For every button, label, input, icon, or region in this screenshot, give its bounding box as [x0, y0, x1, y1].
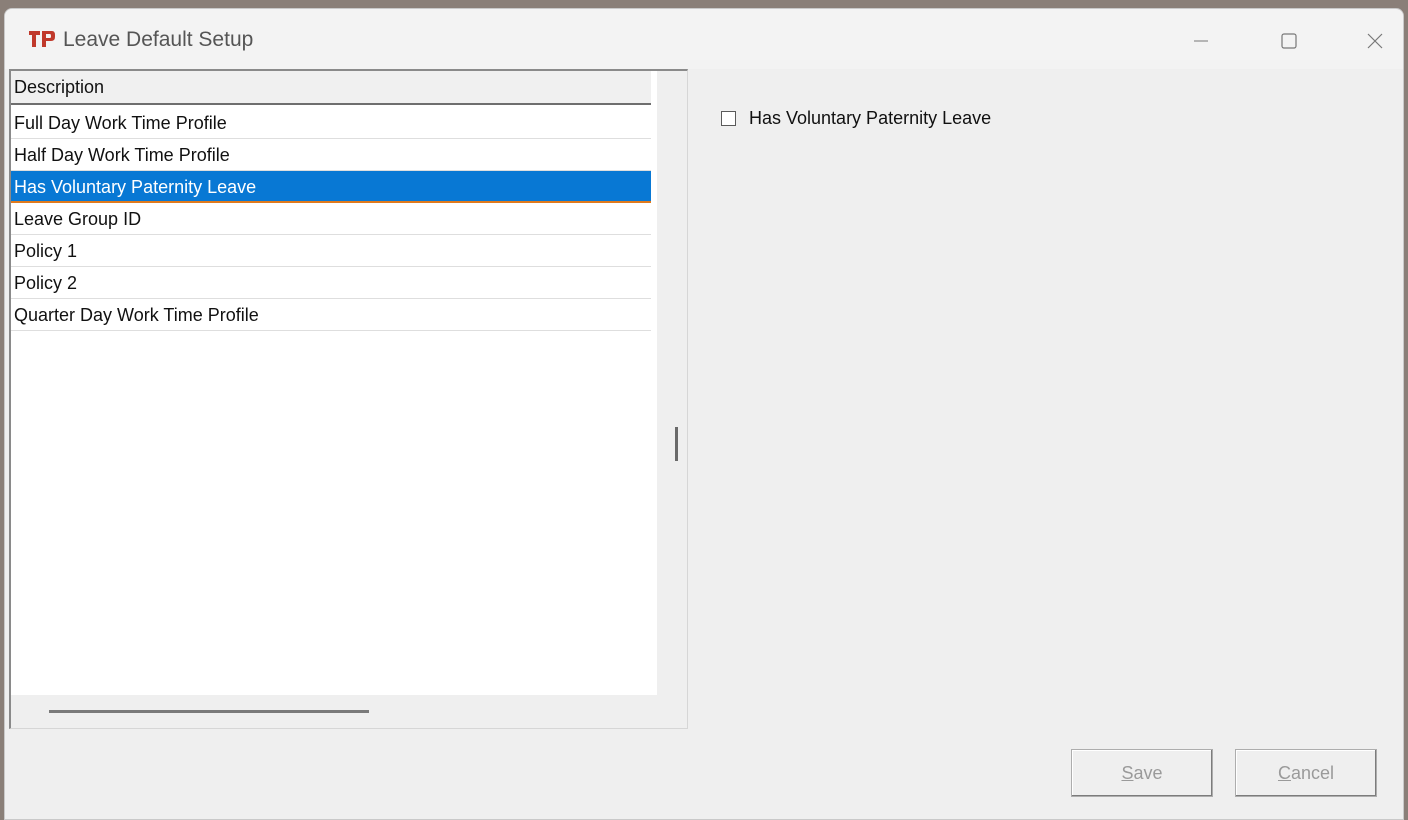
description-list-panel: Description Full Day Work Time Profile H…: [9, 69, 688, 729]
maximize-icon: [1281, 33, 1297, 49]
description-rows: Full Day Work Time Profile Half Day Work…: [11, 107, 651, 331]
paternity-leave-label: Has Voluntary Paternity Leave: [749, 107, 992, 128]
save-label: ave: [1133, 762, 1163, 783]
minimize-button[interactable]: [1173, 21, 1229, 61]
list-item[interactable]: Policy 2: [11, 267, 651, 299]
description-column-header[interactable]: Description: [11, 71, 651, 105]
horizontal-scrollbar-thumb[interactable]: [49, 710, 369, 713]
list-item-selected[interactable]: Has Voluntary Paternity Leave: [11, 171, 651, 203]
leave-app-logo-icon: [29, 31, 55, 47]
window-title: Leave Default Setup: [63, 28, 254, 51]
close-button[interactable]: [1347, 21, 1403, 61]
list-item[interactable]: Half Day Work Time Profile: [11, 139, 651, 171]
minimize-icon: [1194, 40, 1208, 42]
save-accelerator: S: [1121, 762, 1134, 783]
close-icon: [1367, 33, 1383, 49]
save-button[interactable]: Save: [1071, 749, 1213, 797]
maximize-button[interactable]: [1261, 21, 1317, 61]
paternity-leave-checkbox[interactable]: [721, 110, 736, 126]
leave-default-setup-window: Leave Default Setup Description Full Day…: [4, 8, 1404, 820]
list-item[interactable]: Quarter Day Work Time Profile: [11, 299, 651, 331]
panel-splitter-handle[interactable]: [675, 427, 678, 461]
paternity-leave-option[interactable]: Has Voluntary Paternity Leave: [721, 107, 991, 129]
cancel-label: ancel: [1290, 762, 1335, 783]
list-item[interactable]: Full Day Work Time Profile: [11, 107, 651, 139]
list-item[interactable]: Leave Group ID: [11, 203, 651, 235]
list-item[interactable]: Policy 1: [11, 235, 651, 267]
title-bar[interactable]: Leave Default Setup: [5, 9, 1403, 69]
cancel-accelerator: C: [1277, 762, 1291, 783]
cancel-button[interactable]: Cancel: [1235, 749, 1377, 797]
description-list[interactable]: Description Full Day Work Time Profile H…: [11, 71, 657, 695]
